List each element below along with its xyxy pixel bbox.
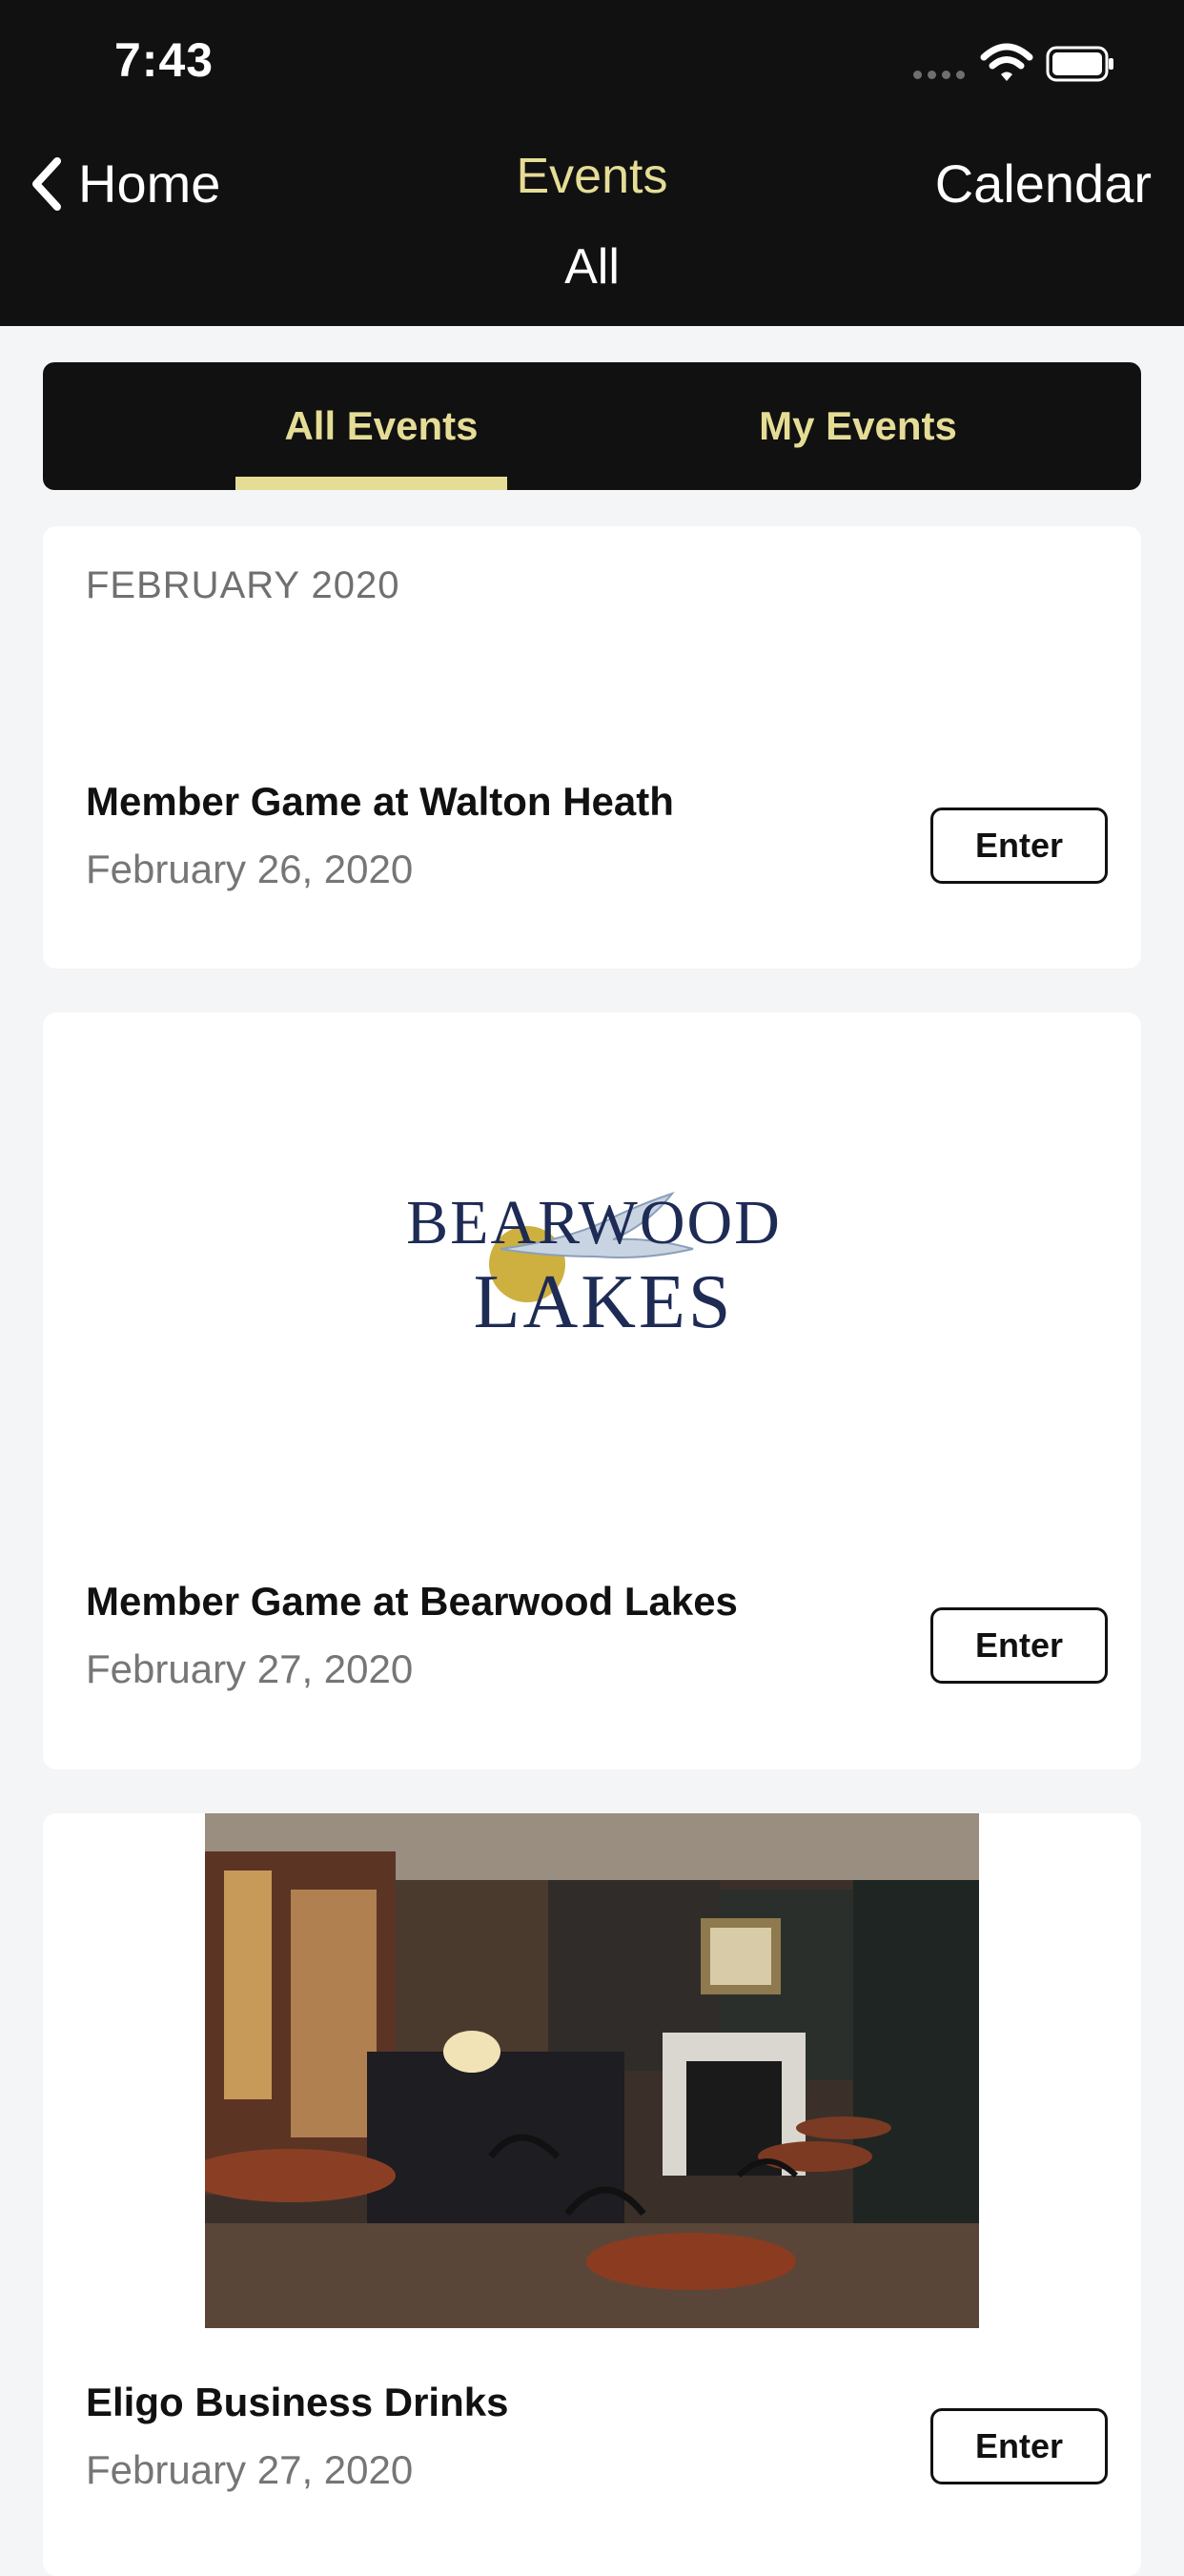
tab-all-events[interactable]: All Events <box>243 362 520 490</box>
event-photo <box>205 1813 979 2328</box>
cellular-signal-icon <box>913 71 965 79</box>
status-time: 7:43 <box>114 33 214 87</box>
active-tab-indicator <box>235 477 507 490</box>
event-card[interactable]: BEARWOOD LAKES Member Game at Bearwood L… <box>43 1012 1141 1769</box>
event-date: February 27, 2020 <box>86 2447 414 2492</box>
page-subtitle: All <box>564 239 620 295</box>
logo-text-bottom: LAKES <box>474 1260 734 1344</box>
enter-button[interactable]: Enter <box>930 1607 1108 1684</box>
enter-button[interactable]: Enter <box>930 2408 1108 2484</box>
month-header: FEBRUARY 2020 <box>86 564 400 606</box>
bearwood-lakes-logo: BEARWOOD LAKES <box>406 1188 782 1344</box>
event-card[interactable]: Eligo Business Drinks February 27, 2020 … <box>43 1813 1141 2576</box>
logo-text-top: BEARWOOD <box>406 1188 782 1257</box>
event-title: Eligo Business Drinks <box>86 2380 509 2424</box>
event-card[interactable]: FEBRUARY 2020 Member Game at Walton Heat… <box>43 526 1141 969</box>
event-date: February 26, 2020 <box>86 847 414 891</box>
calendar-button[interactable]: Calendar <box>935 153 1152 215</box>
wifi-icon <box>980 43 1033 81</box>
event-title: Member Game at Bearwood Lakes <box>86 1579 738 1624</box>
segmented-tabs: All Events My Events <box>43 362 1141 490</box>
enter-button[interactable]: Enter <box>930 808 1108 884</box>
battery-icon <box>1046 46 1113 82</box>
tab-my-events[interactable]: My Events <box>691 362 1025 490</box>
header: 7:43 Home Events All Calendar <box>0 0 1184 326</box>
event-date: February 27, 2020 <box>86 1646 414 1691</box>
event-title: Member Game at Walton Heath <box>86 779 674 824</box>
